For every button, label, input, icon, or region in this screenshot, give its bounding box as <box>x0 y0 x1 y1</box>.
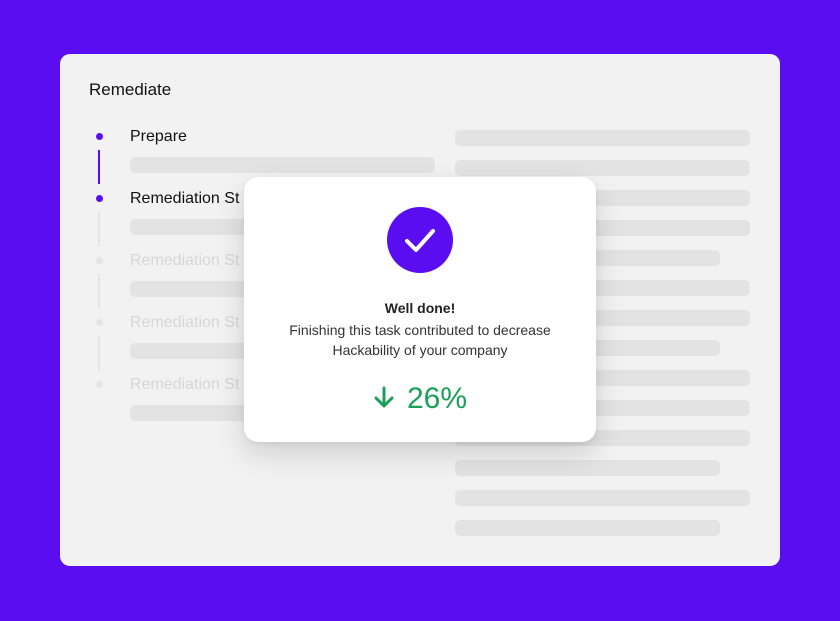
skeleton-line <box>455 160 750 176</box>
step-connector-4 <box>98 336 100 370</box>
skeleton-line <box>455 130 750 146</box>
panel-title: Remediate <box>89 80 172 99</box>
step-label-1[interactable]: Prepare <box>130 128 187 146</box>
step-dot-1 <box>96 133 103 140</box>
decrease-percentage: 26% <box>406 382 468 416</box>
step-dot-4 <box>96 319 103 326</box>
step-dot-3 <box>96 257 103 264</box>
hackability-change: 26% <box>244 380 596 417</box>
skeleton-line <box>130 157 435 173</box>
dialog-title: Well done! <box>384 300 456 316</box>
step-dot-2 <box>96 195 103 202</box>
step-label-3[interactable]: Remediation St <box>130 252 239 270</box>
checkmark-icon <box>387 207 453 273</box>
skeleton-line <box>455 460 720 476</box>
step-dot-5 <box>96 381 103 388</box>
step-connector-3 <box>98 274 100 308</box>
step-label-4[interactable]: Remediation St <box>130 314 239 332</box>
arrow-down-icon <box>374 386 394 408</box>
step-connector-1 <box>98 150 100 184</box>
step-connector-2 <box>98 212 100 246</box>
dialog-message: Finishing this task contributed to decre… <box>289 322 551 358</box>
success-dialog: Well done! Finishing this task contribut… <box>244 177 596 442</box>
skeleton-line <box>455 520 720 536</box>
skeleton-line <box>455 490 750 506</box>
step-label-5[interactable]: Remediation St <box>130 376 239 394</box>
step-label-2[interactable]: Remediation St <box>130 190 239 208</box>
